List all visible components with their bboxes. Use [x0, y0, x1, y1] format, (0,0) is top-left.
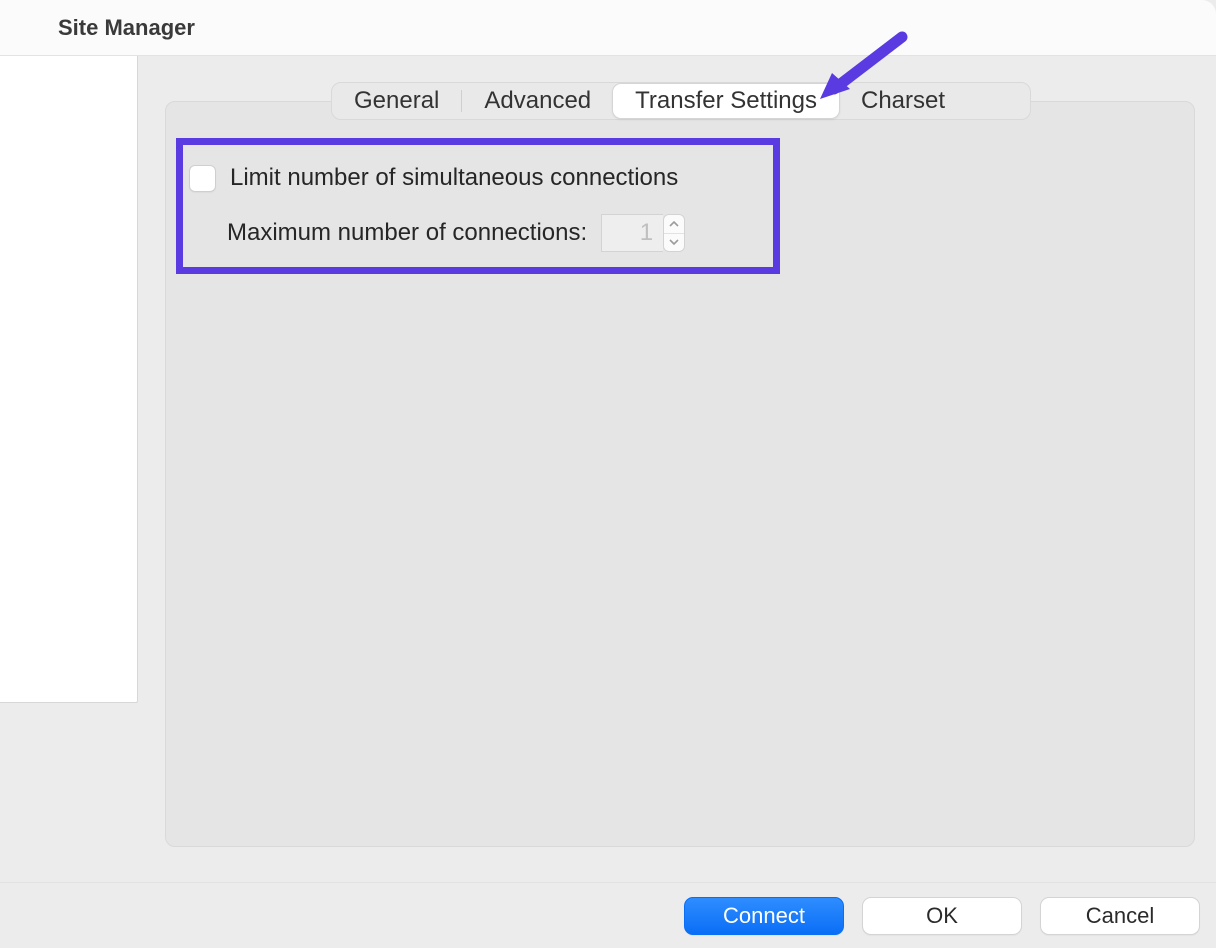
cancel-button-label: Cancel [1086, 903, 1154, 929]
tab-transfer-settings[interactable]: Transfer Settings [612, 83, 840, 119]
max-connections-label: Maximum number of connections: [227, 219, 587, 247]
ok-button[interactable]: OK [862, 897, 1022, 935]
button-bar: Connect OK Cancel [0, 882, 1216, 948]
cancel-button[interactable]: Cancel [1040, 897, 1200, 935]
max-connections-input[interactable] [601, 214, 663, 252]
stepper-up-button[interactable] [664, 215, 684, 233]
max-connections-stepper [601, 214, 685, 252]
annotation-highlight-box [176, 138, 780, 274]
stepper-buttons [663, 214, 685, 252]
chevron-down-icon [669, 239, 679, 245]
ok-button-label: OK [926, 903, 958, 929]
chevron-up-icon [669, 221, 679, 227]
site-list-sidebar[interactable] [0, 56, 138, 703]
tab-general[interactable]: General [332, 83, 461, 119]
tab-charset[interactable]: Charset [839, 83, 967, 119]
limit-connections-checkbox[interactable] [189, 165, 216, 192]
connect-button-label: Connect [723, 903, 805, 929]
tab-transfer-settings-label: Transfer Settings [635, 87, 817, 115]
stepper-down-button[interactable] [664, 233, 684, 252]
titlebar: Site Manager [0, 0, 1216, 56]
limit-connections-label: Limit number of simultaneous connections [230, 164, 678, 192]
max-connections-row: Maximum number of connections: [227, 214, 685, 252]
tab-general-label: General [354, 87, 439, 115]
tab-advanced-label: Advanced [484, 87, 591, 115]
connect-button[interactable]: Connect [684, 897, 844, 935]
limit-connections-row: Limit number of simultaneous connections [189, 164, 678, 192]
settings-panel: General Advanced Transfer Settings Chars… [165, 101, 1195, 847]
window-title: Site Manager [58, 15, 195, 41]
tab-charset-label: Charset [861, 87, 945, 115]
tab-bar: General Advanced Transfer Settings Chars… [331, 82, 1031, 120]
tab-advanced[interactable]: Advanced [462, 83, 613, 119]
